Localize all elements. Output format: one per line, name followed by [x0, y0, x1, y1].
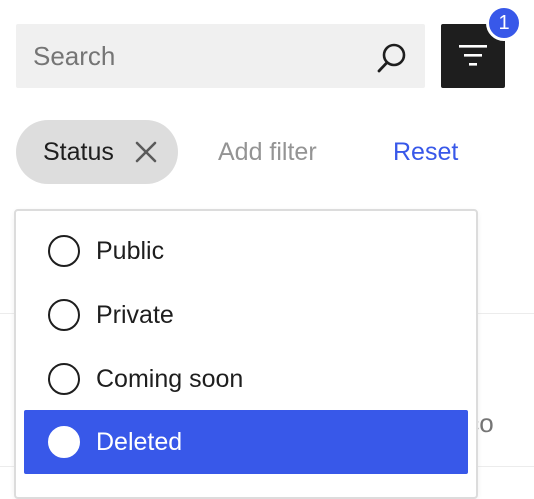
table-cell-text: ss.co	[476, 408, 494, 438]
search-box[interactable]	[16, 24, 425, 88]
option-label: Public	[96, 237, 165, 265]
option-coming-soon[interactable]: Coming soon	[24, 347, 468, 411]
option-public[interactable]: Public	[24, 219, 468, 283]
option-private[interactable]: Private	[24, 283, 468, 347]
option-deleted[interactable]: Deleted	[24, 410, 468, 474]
reset-button[interactable]: Reset	[393, 137, 458, 167]
filter-count-badge: 1	[486, 5, 522, 41]
funnel-icon	[459, 45, 487, 66]
search-icon[interactable]	[374, 40, 410, 76]
add-filter-button[interactable]: Add filter	[218, 137, 317, 167]
search-input[interactable]	[16, 24, 366, 88]
chip-label: Status	[43, 138, 114, 166]
radio-button[interactable]	[48, 235, 80, 267]
radio-button[interactable]	[48, 426, 80, 458]
option-label: Coming soon	[96, 365, 244, 393]
close-icon[interactable]	[134, 140, 158, 164]
option-label: Private	[96, 301, 174, 329]
status-filter-chip[interactable]: Status	[16, 120, 178, 184]
radio-button[interactable]	[48, 299, 80, 331]
status-options-dropdown: Public Private Coming soon Deleted	[14, 209, 478, 499]
option-label: Deleted	[96, 428, 183, 456]
radio-button[interactable]	[48, 363, 80, 395]
